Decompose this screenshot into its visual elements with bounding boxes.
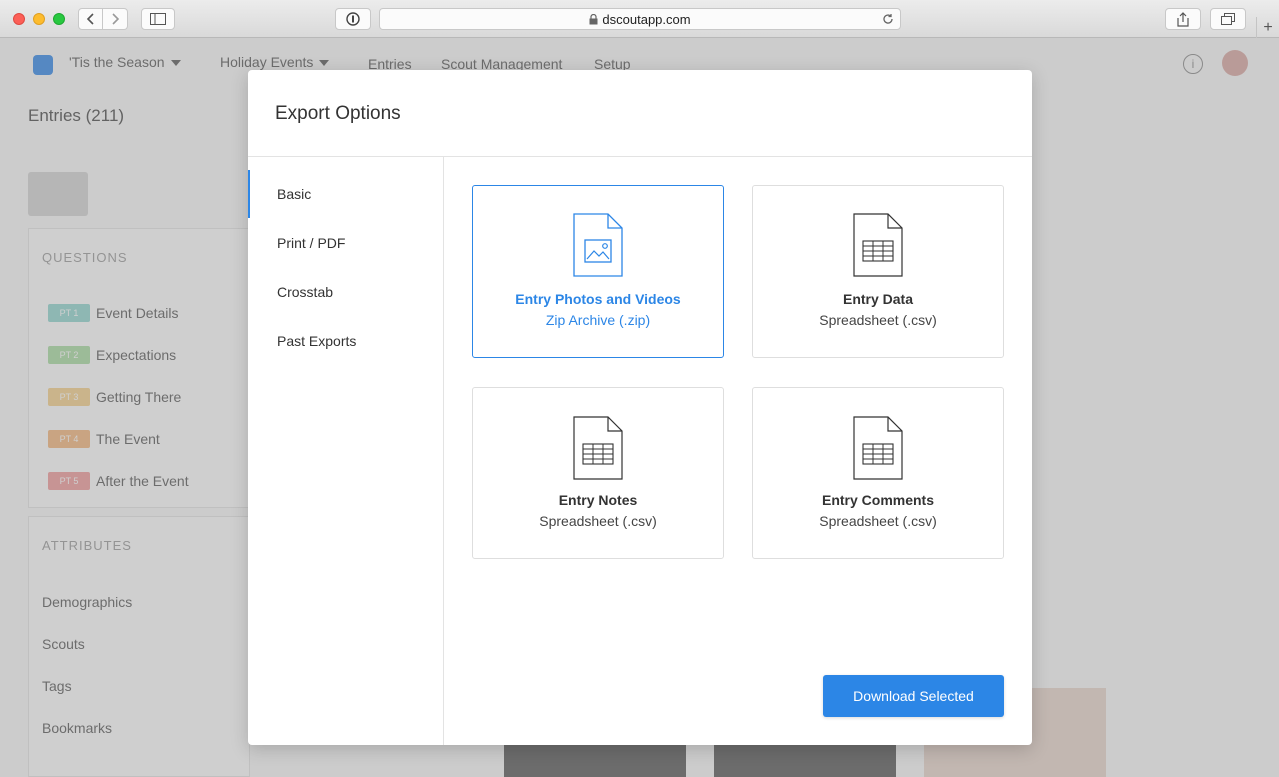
tabs-icon [1221,13,1235,25]
address-bar[interactable]: dscoutapp.com [379,8,901,30]
sidebar-item-basic[interactable]: Basic [248,170,443,218]
card-subtitle: Zip Archive (.zip) [545,312,651,328]
window-minimize-button[interactable] [33,13,45,25]
lock-icon [589,13,598,24]
spreadsheet-file-icon [853,416,903,480]
export-options-dialog: Export Options Basic Print / PDF Crossta… [248,70,1032,745]
window-maximize-button[interactable] [53,13,65,25]
download-selected-button[interactable]: Download Selected [823,675,1004,717]
card-title: Entry Notes [558,492,638,508]
window-close-button[interactable] [13,13,25,25]
sidebar-toggle-button[interactable] [141,8,175,30]
forward-button[interactable] [103,8,128,30]
card-title: Entry Photos and Videos [515,291,681,307]
chevron-left-icon [86,13,94,25]
spreadsheet-file-icon [853,213,903,277]
card-subtitle: Spreadsheet (.csv) [539,513,657,529]
export-card-entry-notes[interactable]: Entry Notes Spreadsheet (.csv) [472,387,724,559]
new-tab-button[interactable]: + [1256,17,1279,38]
export-sidebar: Basic Print / PDF Crosstab Past Exports [248,157,444,745]
sidebar-item-crosstab[interactable]: Crosstab [248,268,443,316]
key-icon [346,12,360,26]
card-title: Entry Data [842,291,914,307]
chevron-right-icon [112,13,120,25]
export-card-entry-data[interactable]: Entry Data Spreadsheet (.csv) [752,185,1004,358]
export-card-entry-comments[interactable]: Entry Comments Spreadsheet (.csv) [752,387,1004,559]
sidebar-icon [150,13,166,25]
export-card-photos-videos[interactable]: Entry Photos and Videos Zip Archive (.zi… [472,185,724,358]
tab-overview-button[interactable] [1210,8,1246,30]
reload-icon[interactable] [882,13,894,25]
image-file-icon [573,213,623,277]
dialog-header: Export Options [248,70,1032,157]
password-button[interactable] [335,8,371,30]
back-button[interactable] [78,8,103,30]
sidebar-item-print-pdf[interactable]: Print / PDF [248,219,443,267]
card-subtitle: Spreadsheet (.csv) [819,513,937,529]
plus-icon: + [1263,18,1273,36]
browser-toolbar: dscoutapp.com + [0,0,1279,38]
share-icon [1177,11,1189,27]
card-subtitle: Spreadsheet (.csv) [819,312,937,328]
sidebar-item-past-exports[interactable]: Past Exports [248,317,443,365]
share-button[interactable] [1165,8,1201,30]
dialog-title: Export Options [275,103,401,124]
url-text: dscoutapp.com [602,11,691,27]
card-title: Entry Comments [821,492,935,508]
spreadsheet-file-icon [573,416,623,480]
